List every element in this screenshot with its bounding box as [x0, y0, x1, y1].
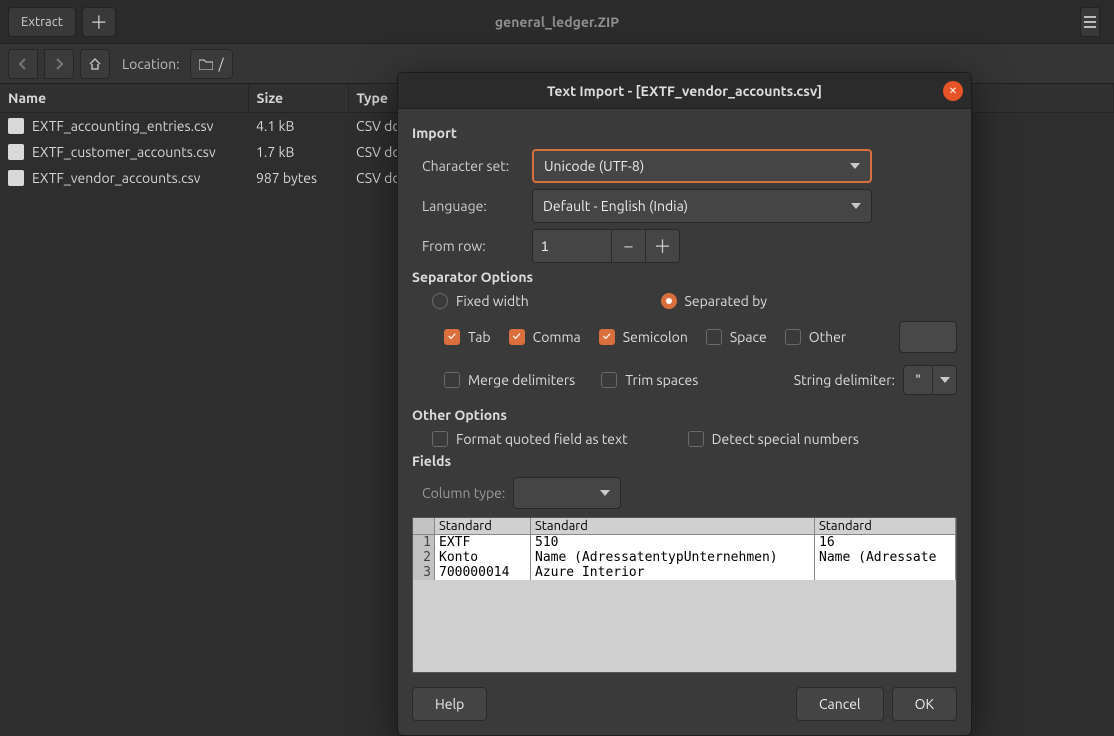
chevron-down-icon [850, 163, 860, 169]
help-button[interactable]: Help [412, 687, 487, 721]
radio-fixed-width[interactable]: Fixed width [432, 293, 529, 309]
home-button[interactable] [80, 49, 110, 79]
section-separator: Separator Options [412, 269, 957, 285]
column-type-label: Column type: [422, 485, 505, 501]
preview-col-header[interactable]: Standard [435, 518, 531, 534]
text-import-dialog: Text Import - [EXTF_vendor_accounts.csv]… [397, 72, 972, 736]
file-icon [8, 170, 24, 186]
location-label: Location: [122, 56, 180, 72]
file-icon [8, 118, 24, 134]
language-select[interactable]: Default - English (India) [532, 189, 872, 223]
close-icon[interactable]: ✕ [943, 81, 963, 101]
checkbox-semicolon[interactable]: Semicolon [599, 329, 688, 345]
chevron-down-icon [932, 366, 956, 394]
file-name: EXTF_vendor_accounts.csv [32, 170, 201, 186]
dialog-buttons: Help Cancel OK [412, 679, 957, 723]
from-row-input[interactable] [533, 230, 611, 262]
checkbox-format-quoted[interactable]: Format quoted field as text [432, 431, 628, 447]
chevron-down-icon [851, 203, 861, 209]
location-path: / [219, 56, 224, 72]
checkbox-other[interactable]: Other [785, 329, 846, 345]
checkbox-space[interactable]: Space [706, 329, 767, 345]
window-title: general_ledger.ZIP [0, 14, 1114, 30]
file-name: EXTF_customer_accounts.csv [32, 144, 216, 160]
file-size: 4.1 kB [248, 113, 348, 140]
section-import: Import [412, 125, 957, 141]
string-delim-value: " [904, 372, 932, 388]
folder-icon [199, 58, 213, 70]
preview-row[interactable]: 2 Konto Name (AdressatentypUnternehmen) … [413, 550, 956, 565]
from-row-label: From row: [422, 238, 532, 254]
ok-button[interactable]: OK [892, 687, 957, 721]
spinner-minus[interactable]: − [611, 230, 645, 262]
charset-label: Character set: [422, 158, 532, 174]
main-toolbar: Extract ＋ general_ledger.ZIP [0, 0, 1114, 44]
checkbox-trim-spaces[interactable]: Trim spaces [601, 372, 698, 388]
preview-col-header[interactable]: Standard [815, 518, 956, 534]
spinner-plus[interactable]: ＋ [645, 230, 679, 262]
location-box[interactable]: / [190, 49, 233, 79]
file-size: 987 bytes [248, 165, 348, 191]
preview-row[interactable]: 3 700000014 Azure Interior [413, 565, 956, 580]
language-label: Language: [422, 198, 532, 214]
string-delim-label: String delimiter: [794, 372, 895, 388]
preview-col-header[interactable]: Standard [531, 518, 815, 534]
file-icon [8, 144, 24, 160]
other-separator-input[interactable] [899, 321, 957, 353]
preview-row[interactable]: 1 EXTF 510 16 [413, 535, 956, 550]
string-delim-select[interactable]: " [903, 365, 957, 395]
language-value: Default - English (India) [543, 198, 688, 214]
file-name: EXTF_accounting_entries.csv [32, 118, 213, 134]
checkbox-comma[interactable]: Comma [509, 329, 581, 345]
dialog-titlebar: Text Import - [EXTF_vendor_accounts.csv]… [398, 73, 971, 109]
file-size: 1.7 kB [248, 139, 348, 165]
preview-grid[interactable]: Standard Standard Standard 1 EXTF 510 16… [412, 517, 957, 673]
checkbox-detect-special[interactable]: Detect special numbers [688, 431, 859, 447]
from-row-spinner[interactable]: − ＋ [532, 229, 680, 263]
nav-forward-button[interactable] [44, 49, 74, 79]
dialog-title: Text Import - [EXTF_vendor_accounts.csv] [547, 83, 822, 99]
extract-button[interactable]: Extract [8, 7, 76, 37]
checkbox-merge-delimiters[interactable]: Merge delimiters [444, 372, 575, 388]
section-other: Other Options [412, 407, 957, 423]
chevron-down-icon [600, 490, 610, 496]
nav-back-button[interactable] [8, 49, 38, 79]
column-type-select[interactable] [513, 477, 621, 509]
cancel-button[interactable]: Cancel [796, 687, 884, 721]
charset-select[interactable]: Unicode (UTF-8) [532, 149, 872, 183]
menu-button[interactable] [1080, 7, 1100, 37]
column-header-name[interactable]: Name [0, 84, 248, 113]
preview-header: Standard Standard Standard [413, 518, 956, 535]
column-header-size[interactable]: Size [248, 84, 348, 113]
checkbox-tab[interactable]: Tab [444, 329, 491, 345]
add-files-button[interactable]: ＋ [82, 7, 116, 37]
section-fields: Fields [412, 453, 957, 469]
charset-value: Unicode (UTF-8) [544, 158, 644, 174]
radio-separated-by[interactable]: Separated by [661, 293, 767, 309]
